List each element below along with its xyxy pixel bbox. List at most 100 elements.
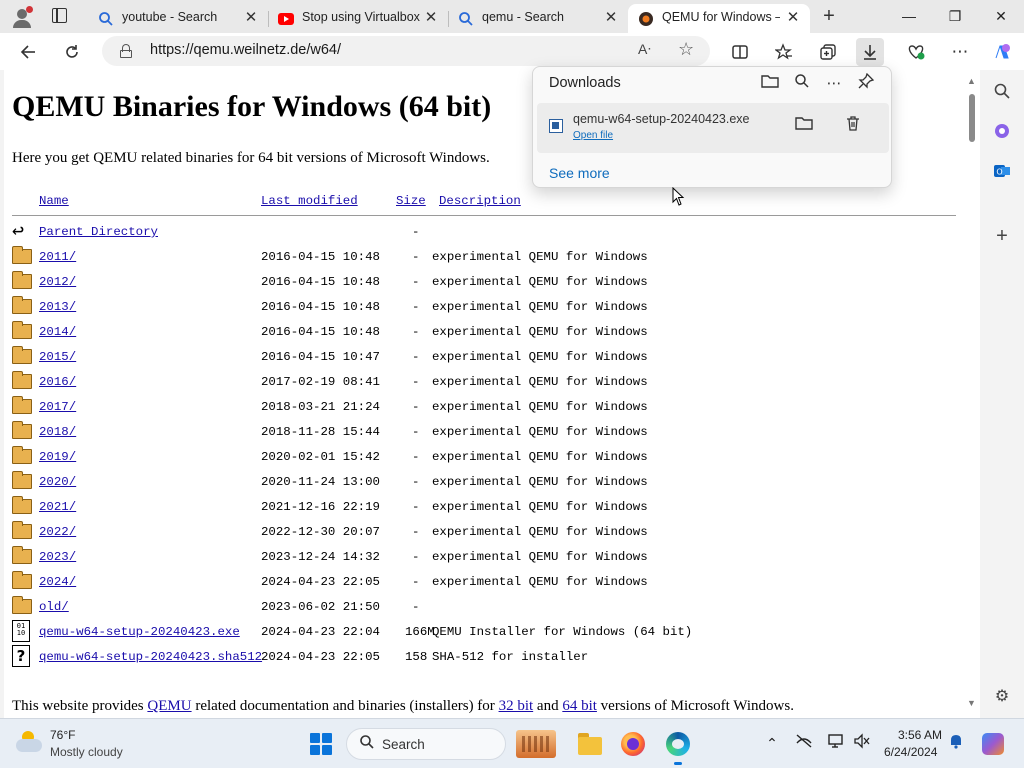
search-label: Search: [382, 737, 425, 752]
close-tab-icon[interactable]: ✕: [242, 8, 260, 28]
tab-youtube-search[interactable]: youtube - Search ✕: [88, 4, 269, 33]
sort-by-modified-link[interactable]: Last modified: [261, 194, 358, 208]
entry-name-link[interactable]: 2011/: [39, 250, 76, 264]
show-in-folder-icon[interactable]: [792, 115, 816, 139]
entry-name-link[interactable]: qemu-w64-setup-20240423.exe: [39, 625, 240, 639]
minimize-button[interactable]: —: [886, 4, 932, 28]
read-aloud-icon[interactable]: Aᐧ: [638, 41, 651, 58]
modified-cell: 2018-11-28 15:44: [261, 425, 380, 439]
see-more-link[interactable]: See more: [549, 165, 610, 181]
sort-by-size-link[interactable]: Size: [396, 194, 426, 208]
entry-name-link[interactable]: 2023/: [39, 550, 76, 564]
sidebar-settings-gear-icon[interactable]: ⚙: [992, 687, 1012, 707]
entry-name-link[interactable]: 2020/: [39, 475, 76, 489]
sidebar-search-icon[interactable]: [992, 82, 1012, 102]
entry-name-link[interactable]: old/: [39, 600, 69, 614]
settings-more-icon[interactable]: ⋯: [946, 38, 974, 66]
sidebar-copilot-icon[interactable]: [992, 122, 1012, 142]
favorite-star-icon[interactable]: ☆: [678, 39, 694, 60]
listing-row: 2012/2016-04-15 10:48- experimental QEMU …: [12, 270, 960, 295]
sidebar-outlook-icon[interactable]: O: [992, 162, 1012, 182]
entry-name-link[interactable]: 2022/: [39, 525, 76, 539]
lock-icon[interactable]: [120, 44, 132, 58]
modified-cell: 2016-04-15 10:48: [261, 275, 380, 289]
entry-name-link[interactable]: 2012/: [39, 275, 76, 289]
clock-date[interactable]: 6/24/2024: [884, 745, 937, 759]
32-bit-link[interactable]: 32 bit: [499, 698, 534, 714]
profile-avatar-icon[interactable]: [6, 3, 34, 29]
volume-muted-icon[interactable]: [852, 733, 872, 753]
scrollbar-thumb[interactable]: [969, 94, 975, 142]
network-disconnected-icon[interactable]: [794, 733, 814, 753]
tab-qemu-for-windows[interactable]: QEMU for Windows – ✕: [628, 4, 810, 33]
taskbar-search-box[interactable]: Search: [346, 728, 506, 760]
address-bar[interactable]: https://qemu.weilnetz.de/w64/ Aᐧ ☆: [102, 36, 710, 66]
entry-name-link[interactable]: 2021/: [39, 500, 76, 514]
more-options-icon[interactable]: ⋯: [823, 73, 845, 95]
display-icon[interactable]: [826, 733, 846, 753]
clock-time[interactable]: 3:56 AM: [898, 728, 942, 742]
firefox-icon[interactable]: [619, 730, 647, 758]
entry-name-link[interactable]: 2016/: [39, 375, 76, 389]
split-screen-icon[interactable]: [726, 38, 754, 66]
entry-name-link[interactable]: qemu-w64-setup-20240423.sha512: [39, 650, 262, 664]
entry-name-link[interactable]: 2017/: [39, 400, 76, 414]
search-downloads-icon[interactable]: [791, 73, 813, 95]
entry-name-link[interactable]: 2013/: [39, 300, 76, 314]
sort-by-description-link[interactable]: Description: [439, 194, 521, 208]
back-button[interactable]: [14, 38, 42, 66]
listing-row: 2020/2020-11-24 13:00- experimental QEMU …: [12, 470, 960, 495]
listing-row: 2013/2016-04-15 10:48- experimental QEMU …: [12, 295, 960, 320]
copilot-icon[interactable]: [988, 38, 1016, 66]
parent-directory-link[interactable]: Parent Directory: [39, 225, 158, 239]
notification-bell-icon[interactable]: [946, 733, 966, 753]
download-icon: [864, 45, 876, 60]
search-highlight-image[interactable]: [516, 730, 556, 758]
description-cell: experimental QEMU for Windows: [432, 550, 648, 564]
close-window-button[interactable]: ✕: [978, 4, 1024, 28]
entry-name-link[interactable]: 2024/: [39, 575, 76, 589]
url-text[interactable]: https://qemu.weilnetz.de/w64/: [150, 42, 341, 58]
sort-by-name-link[interactable]: Name: [39, 194, 69, 208]
open-file-link[interactable]: Open file: [573, 130, 613, 141]
tab-actions-icon[interactable]: [52, 8, 67, 23]
downloads-button[interactable]: [856, 38, 884, 66]
open-downloads-folder-icon[interactable]: [759, 73, 781, 95]
restore-button[interactable]: ❐: [932, 4, 978, 28]
refresh-button[interactable]: [58, 38, 86, 66]
new-tab-button[interactable]: +: [818, 6, 840, 28]
browser-essentials-icon[interactable]: [902, 38, 930, 66]
modified-cell: 2020-11-24 13:00: [261, 475, 380, 489]
page-scrollbar[interactable]: ▲ ▼: [964, 70, 980, 718]
favorites-icon[interactable]: [770, 38, 798, 66]
close-tab-icon[interactable]: ✕: [784, 8, 802, 28]
entry-name-link[interactable]: 2018/: [39, 425, 76, 439]
scroll-down-arrow-icon[interactable]: ▼: [967, 698, 976, 708]
download-item[interactable]: qemu-w64-setup-20240423.exe Open file: [537, 103, 889, 153]
modified-cell: 2023-12-24 14:32: [261, 550, 380, 564]
tab-stop-using-virtualbox[interactable]: Stop using Virtualbox ✕: [268, 4, 449, 33]
copilot-taskbar-icon[interactable]: [982, 733, 1004, 755]
show-hidden-icons-chevron-up-icon[interactable]: ⌃: [762, 733, 782, 753]
close-tab-icon[interactable]: ✕: [422, 8, 440, 28]
entry-name-link[interactable]: 2014/: [39, 325, 76, 339]
64-bit-link[interactable]: 64 bit: [562, 698, 597, 714]
tab-qemu-search[interactable]: qemu - Search ✕: [448, 4, 628, 33]
start-button-icon[interactable]: [310, 733, 332, 755]
weather-cloudy-icon[interactable]: [16, 731, 44, 753]
weather-condition[interactable]: Mostly cloudy: [50, 745, 123, 759]
download-file-name: qemu-w64-setup-20240423.exe: [573, 112, 750, 126]
sidebar-add-icon[interactable]: +: [992, 226, 1012, 246]
entry-name-link[interactable]: 2019/: [39, 450, 76, 464]
qemu-link[interactable]: QEMU: [147, 698, 191, 714]
collections-icon[interactable]: [814, 38, 842, 66]
entry-name-link[interactable]: 2015/: [39, 350, 76, 364]
listing-row: 01 10 qemu-w64-setup-20240423.exe 2024-04-…: [12, 620, 960, 645]
weather-temperature[interactable]: 76°F: [50, 728, 75, 742]
close-tab-icon[interactable]: ✕: [602, 8, 620, 28]
pin-icon[interactable]: [855, 72, 877, 95]
delete-trash-icon[interactable]: [841, 115, 865, 139]
file-explorer-icon[interactable]: [576, 730, 604, 758]
scroll-up-arrow-icon[interactable]: ▲: [967, 76, 976, 86]
edge-browser-icon[interactable]: [664, 730, 692, 765]
